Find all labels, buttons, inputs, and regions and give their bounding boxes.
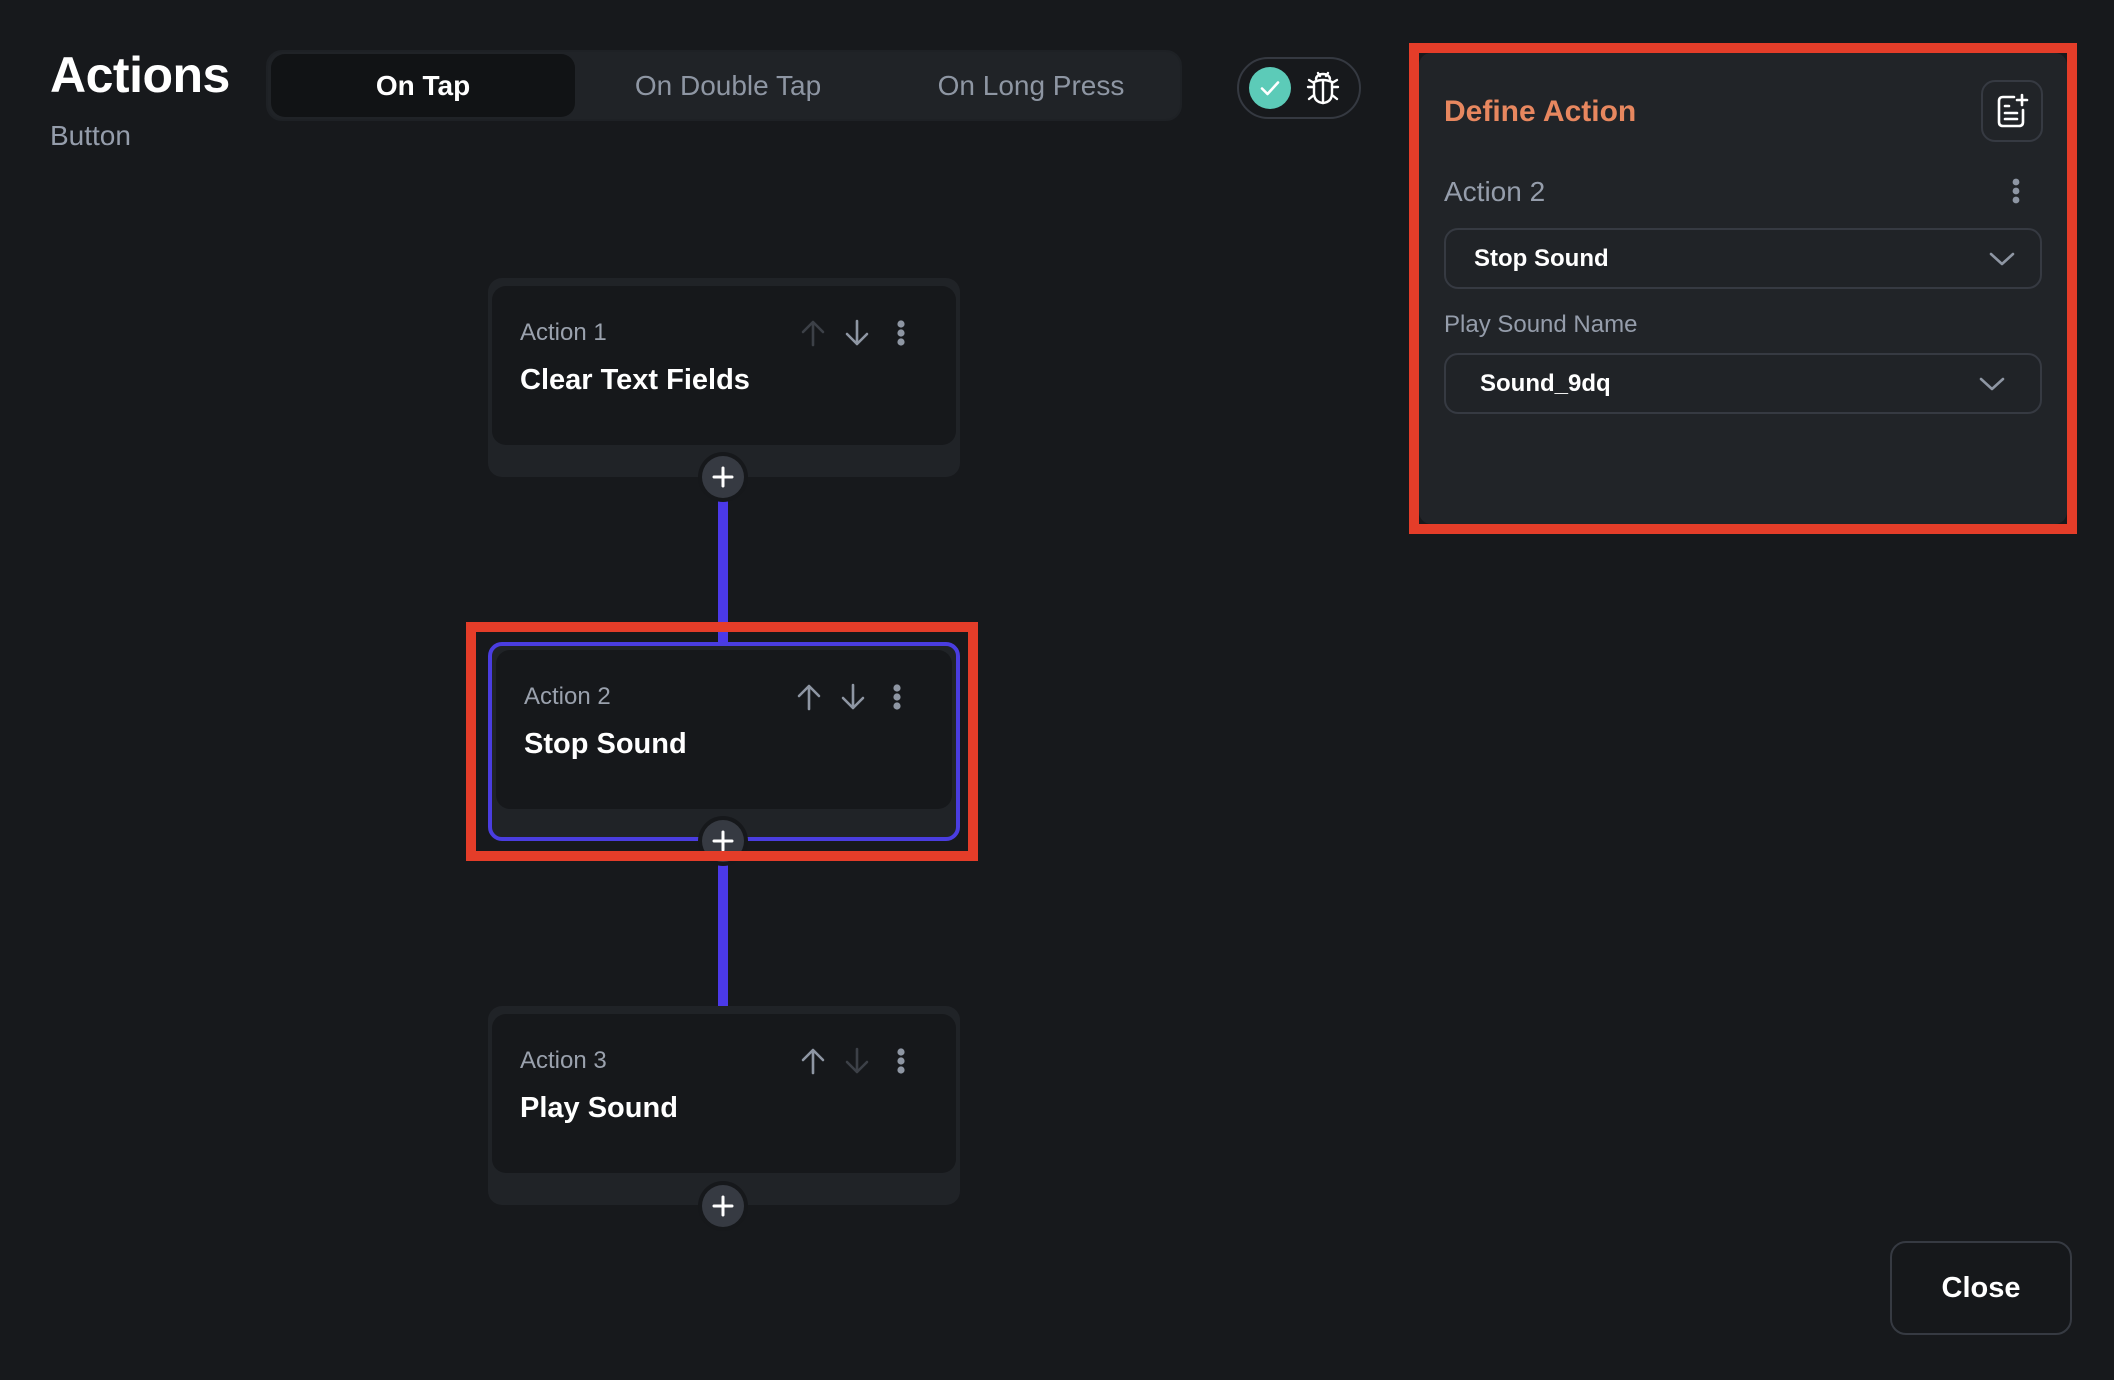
page-subtitle: Button [50, 120, 131, 151]
add-note-button[interactable] [1981, 80, 2043, 142]
flow-connector [718, 861, 728, 1006]
action-type-select[interactable]: Stop Sound [1444, 228, 2042, 289]
more-vertical-icon[interactable] [2011, 177, 2021, 210]
panel-title: Define Action [1444, 95, 1637, 128]
define-action-panel: Define Action Action 2 Stop Sound Play S… [1419, 53, 2067, 524]
sound-name-select[interactable]: Sound_9dq [1444, 353, 2042, 414]
close-button[interactable]: Close [1890, 1241, 2072, 1335]
action-card-2[interactable]: Action 2 Stop Sound [488, 642, 960, 841]
more-vertical-icon[interactable] [886, 316, 916, 350]
move-down-icon[interactable] [842, 316, 872, 350]
sound-name-value: Sound_9dq [1480, 369, 1611, 397]
move-up-icon[interactable] [794, 680, 824, 714]
action-card-3[interactable]: Action 3 Play Sound [488, 1006, 960, 1205]
chevron-down-icon [1979, 377, 2005, 390]
action-type-value: Stop Sound [1474, 244, 1609, 272]
action-title: Clear Text Fields [520, 364, 750, 396]
tab-on-long-press[interactable]: On Long Press [881, 54, 1181, 117]
mode-toggle[interactable] [1237, 57, 1361, 119]
action-card-1[interactable]: Action 1 Clear Text Fields [488, 278, 960, 477]
sound-name-label: Play Sound Name [1444, 311, 1638, 338]
move-up-icon[interactable] [798, 1044, 828, 1078]
flow-connector [718, 497, 728, 642]
chevron-down-icon [1989, 252, 2015, 265]
page-title: Actions [50, 47, 230, 103]
action-label: Action 3 [520, 1047, 607, 1074]
trigger-tabs: On Tap On Double Tap On Long Press [266, 50, 1182, 121]
add-action-button[interactable] [702, 820, 744, 862]
tab-on-tap[interactable]: On Tap [271, 54, 575, 117]
move-down-icon[interactable] [838, 680, 868, 714]
move-down-icon[interactable] [842, 1044, 872, 1078]
more-vertical-icon[interactable] [882, 680, 912, 714]
tab-on-double-tap[interactable]: On Double Tap [575, 54, 881, 117]
check-circle-icon[interactable] [1249, 67, 1291, 109]
document-add-icon [1997, 93, 2029, 128]
action-title: Stop Sound [524, 728, 687, 760]
panel-action-label: Action 2 [1444, 176, 1546, 207]
move-up-icon[interactable] [798, 316, 828, 350]
action-label: Action 1 [520, 319, 607, 346]
add-action-button[interactable] [702, 456, 744, 498]
bug-icon[interactable] [1303, 68, 1343, 108]
action-title: Play Sound [520, 1092, 678, 1124]
more-vertical-icon[interactable] [886, 1044, 916, 1078]
add-action-button[interactable] [702, 1185, 744, 1227]
action-label: Action 2 [524, 683, 611, 710]
